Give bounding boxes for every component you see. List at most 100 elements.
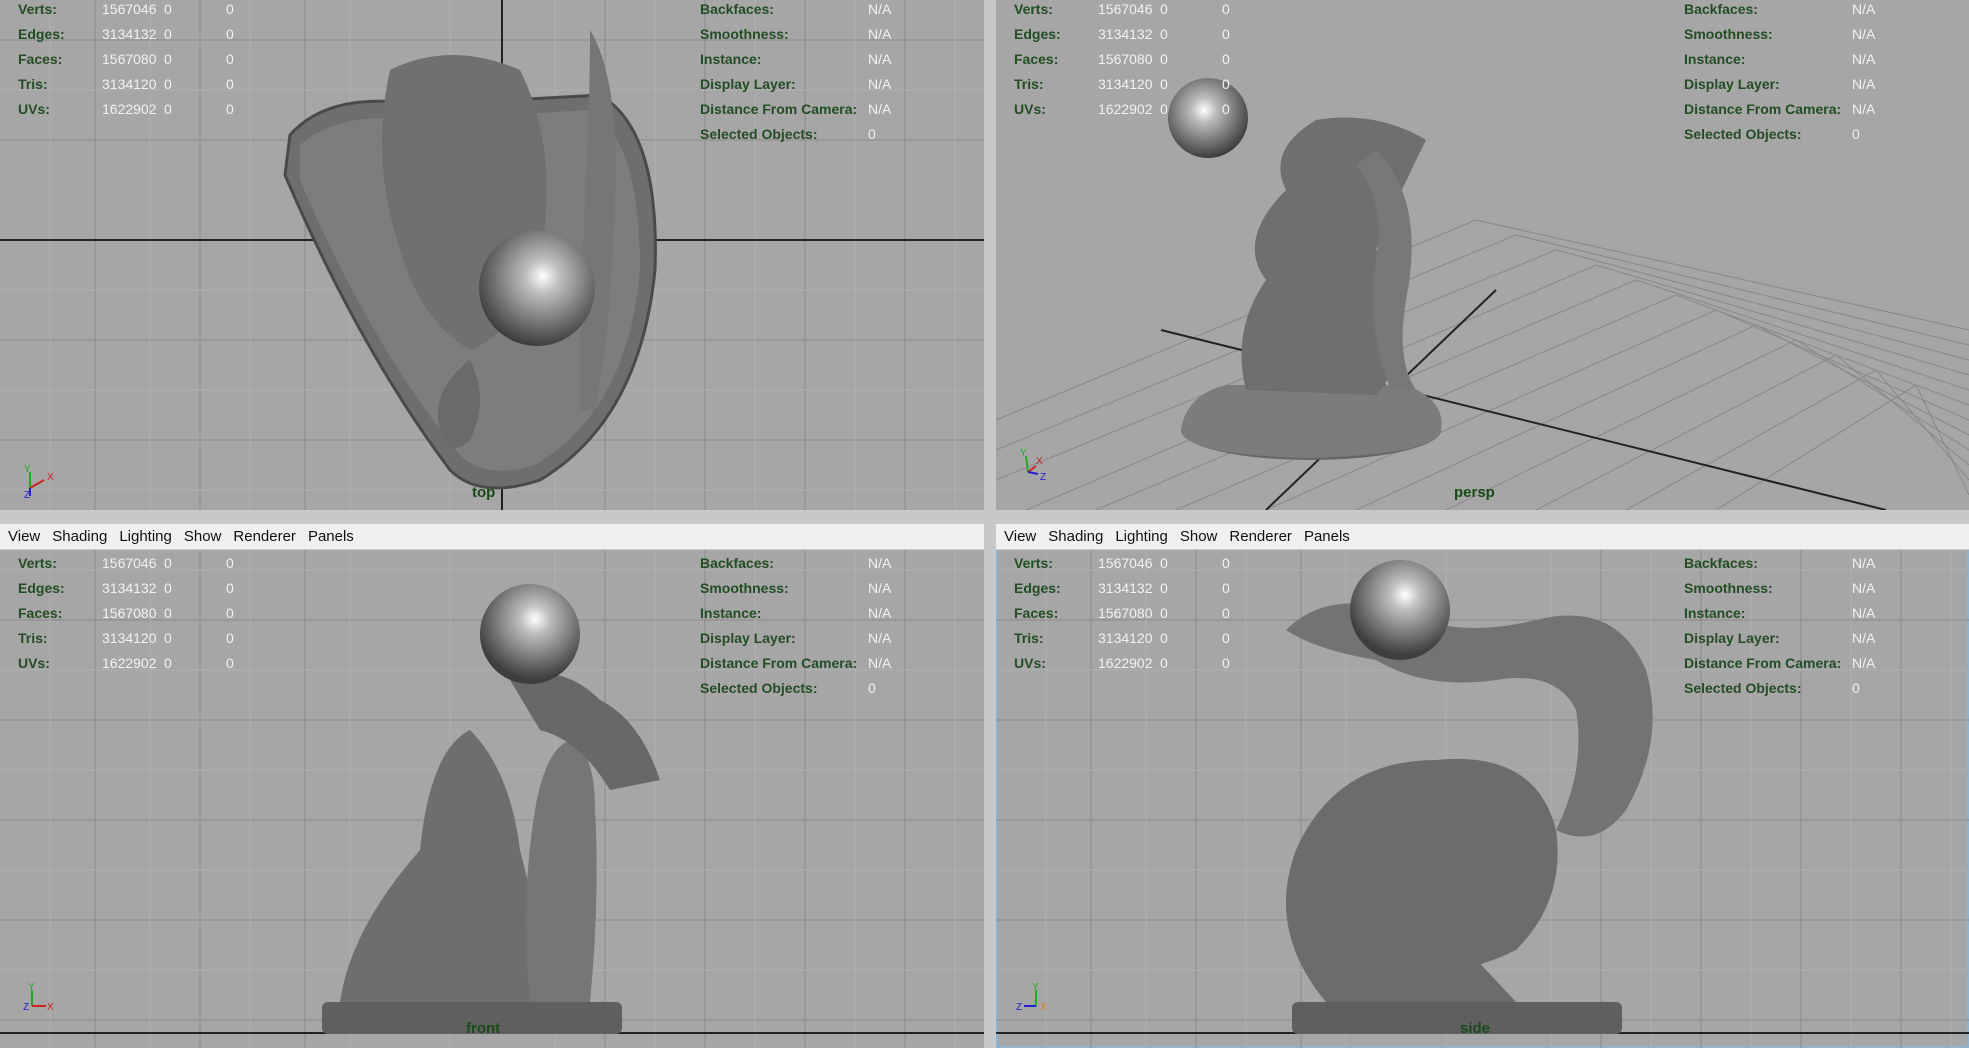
panel-menubar: View Shading Lighting Show Renderer Pane…: [996, 524, 1969, 550]
object-info-hud: Backfaces: N/A Smoothness: N/A Instance: N/A D…: [1684, 0, 1875, 146]
svg-text:Z: Z: [1016, 1002, 1022, 1013]
axis-indicator: Y Z X: [20, 980, 60, 1021]
menu-renderer[interactable]: Renderer: [1229, 528, 1292, 545]
hud-stat-label: UVs:: [18, 100, 50, 117]
hud-info-row: Selected Objects: 0: [1684, 675, 1875, 700]
hud-stat-row: UVs: 1622902 0 0: [1014, 650, 1242, 675]
hud-stat-value: 1567080: [102, 50, 157, 67]
hud-stat-row: Faces: 1567080 0 0: [18, 600, 246, 625]
hud-stat-value: 0: [1222, 629, 1230, 646]
hud-info-value: 0: [868, 679, 876, 696]
hud-info-value: N/A: [868, 604, 892, 621]
svg-text:Y: Y: [24, 464, 31, 475]
hud-stat-label: Faces:: [1014, 604, 1059, 621]
hud-stat-value: 0: [226, 554, 234, 571]
hud-stat-row: Faces: 1567080 0 0: [1014, 46, 1242, 71]
hud-info-row: Smoothness: N/A: [700, 575, 891, 600]
menu-view[interactable]: View: [1004, 528, 1036, 545]
menu-show[interactable]: Show: [1180, 528, 1218, 545]
hud-info-value: N/A: [868, 654, 892, 671]
hud-stat-value: 0: [164, 579, 172, 596]
hud-stat-value: 3134120: [102, 629, 157, 646]
svg-text:X: X: [1036, 456, 1043, 467]
viewport-front[interactable]: View Shading Lighting Show Renderer Pane…: [0, 524, 984, 1048]
viewport-side[interactable]: View Shading Lighting Show Renderer Pane…: [996, 524, 1969, 1048]
hud-info-value: N/A: [1852, 554, 1876, 571]
hud-stat-value: 1567046: [1098, 554, 1153, 571]
menu-renderer[interactable]: Renderer: [233, 528, 296, 545]
hud-stat-row: Faces: 1567080 0 0: [1014, 600, 1242, 625]
hud-stat-value: 0: [1160, 604, 1168, 621]
hud-stat-value: 0: [164, 100, 172, 117]
hud-info-row: Instance: N/A: [700, 600, 891, 625]
hud-info-label: Distance From Camera:: [700, 654, 858, 671]
axis-indicator: Y Z X: [1016, 980, 1056, 1021]
hud-info-label: Display Layer:: [700, 629, 796, 646]
svg-text:X: X: [47, 1002, 54, 1013]
viewport-persp[interactable]: Verts: 1567046 0 0 Edges: 3134132 0 0 Faces: 1567…: [996, 0, 1969, 510]
hud-stat-row: Faces: 1567080 0 0: [18, 46, 246, 71]
hud-stat-value: 0: [1222, 75, 1230, 92]
hud-info-value: N/A: [868, 100, 892, 117]
hud-stat-value: 0: [1222, 0, 1230, 17]
hud-stat-row: UVs: 1622902 0 0: [18, 96, 246, 121]
menu-shading[interactable]: Shading: [52, 528, 107, 545]
hud-info-value: N/A: [868, 0, 892, 17]
hud-stat-value: 0: [1222, 554, 1230, 571]
menu-panels[interactable]: Panels: [1304, 528, 1350, 545]
hud-info-value: N/A: [868, 50, 892, 67]
hud-info-label: Distance From Camera:: [1684, 654, 1842, 671]
hud-info-row: Backfaces: N/A: [1684, 0, 1875, 21]
hud-info-row: Display Layer: N/A: [1684, 625, 1875, 650]
hud-stat-value: 0: [164, 554, 172, 571]
camera-label: side: [1460, 1020, 1491, 1037]
poly-count-hud: Verts: 1567046 0 0 Edges: 3134132 0 0 Faces: 1567…: [1014, 550, 1242, 675]
hud-info-label: Display Layer:: [1684, 629, 1780, 646]
hud-info-row: Selected Objects: 0: [1684, 121, 1875, 146]
hud-stat-value: 0: [1160, 75, 1168, 92]
hud-stat-value: 1622902: [102, 100, 157, 117]
hud-stat-value: 0: [1160, 654, 1168, 671]
hud-stat-value: 0: [1222, 25, 1230, 42]
hud-info-label: Display Layer:: [1684, 75, 1780, 92]
hud-info-label: Smoothness:: [700, 579, 789, 596]
menu-lighting[interactable]: Lighting: [119, 528, 172, 545]
hud-info-label: Smoothness:: [700, 25, 789, 42]
hud-stat-label: Edges:: [18, 25, 65, 42]
menu-panels[interactable]: Panels: [308, 528, 354, 545]
hud-info-row: Instance: N/A: [1684, 46, 1875, 71]
hud-info-row: Backfaces: N/A: [700, 0, 891, 21]
hud-info-label: Instance:: [700, 604, 762, 621]
hud-info-row: Display Layer: N/A: [1684, 71, 1875, 96]
hud-stat-value: 0: [226, 654, 234, 671]
hud-stat-label: Faces:: [1014, 50, 1059, 67]
hud-stat-label: Verts:: [18, 554, 57, 571]
menu-show[interactable]: Show: [184, 528, 222, 545]
hud-info-value: N/A: [868, 629, 892, 646]
hud-stat-value: 0: [164, 25, 172, 42]
hud-stat-value: 0: [1160, 50, 1168, 67]
hud-stat-value: 0: [1222, 50, 1230, 67]
hud-stat-row: Tris: 3134120 0 0: [1014, 625, 1242, 650]
menu-view[interactable]: View: [8, 528, 40, 545]
viewport-top[interactable]: Verts: 1567046 0 0 Edges: 3134132 0 0 Faces: 1567…: [0, 0, 984, 510]
hud-stat-value: 1567046: [102, 554, 157, 571]
hud-stat-label: Verts:: [18, 0, 57, 17]
hud-stat-row: Tris: 3134120 0 0: [18, 625, 246, 650]
hud-stat-value: 0: [1160, 100, 1168, 117]
hud-info-row: Selected Objects: 0: [700, 675, 891, 700]
hud-stat-value: 0: [1160, 579, 1168, 596]
hud-stat-label: Edges:: [1014, 579, 1061, 596]
hud-stat-value: 0: [1160, 554, 1168, 571]
hud-stat-label: Verts:: [1014, 0, 1053, 17]
menu-lighting[interactable]: Lighting: [1115, 528, 1168, 545]
hud-info-row: Smoothness: N/A: [700, 21, 891, 46]
hud-info-value: 0: [868, 125, 876, 142]
menu-shading[interactable]: Shading: [1048, 528, 1103, 545]
hud-info-row: Display Layer: N/A: [700, 71, 891, 96]
hud-stat-value: 0: [226, 25, 234, 42]
hud-stat-value: 0: [226, 604, 234, 621]
hud-stat-value: 0: [226, 629, 234, 646]
hud-info-value: N/A: [868, 75, 892, 92]
hud-stat-value: 0: [226, 0, 234, 17]
